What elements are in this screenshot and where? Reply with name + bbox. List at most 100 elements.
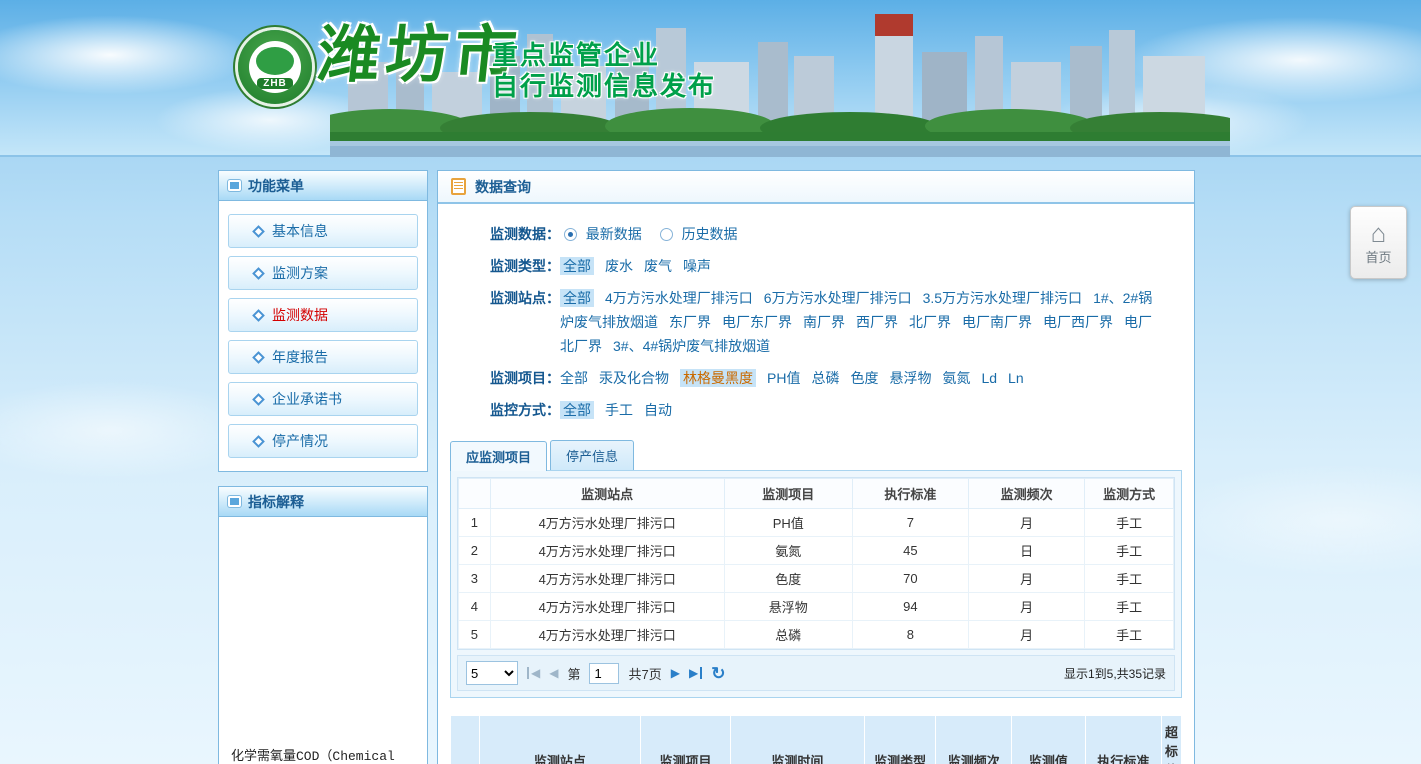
filter-option[interactable]: 电厂南厂界 (962, 314, 1032, 330)
radio-latest-data[interactable]: 最新数据 (564, 226, 646, 242)
cell: 总磷 (724, 621, 852, 649)
cell: PH值 (724, 509, 852, 537)
row-index: 1 (459, 509, 491, 537)
cell: 色度 (724, 565, 852, 593)
table-row: 34万方污水处理厂排污口色度70月手工 (459, 565, 1174, 593)
sidebar-item-monitoring-data[interactable]: 监测数据 (228, 298, 418, 332)
column-header: 超标倍数 (1161, 716, 1181, 764)
first-page-button[interactable]: ◀ (527, 667, 540, 679)
filter-label-monitor-type: 监测类型： (490, 254, 560, 278)
filter-option[interactable]: 全部 (560, 401, 594, 419)
cell: 45 (852, 537, 968, 565)
filter-option[interactable]: 自动 (644, 402, 672, 418)
indicator-body: 化学需氧量COD（Chemical (219, 517, 427, 764)
sidebar-menu: 基本信息监测方案监测数据年度报告企业承诺书停产情况 (219, 201, 427, 471)
column-header: 监测项目 (724, 479, 852, 509)
filter-option[interactable]: 电厂西厂界 (1043, 314, 1113, 330)
filter-row-monitor-station: 监测站点：全部 4万方污水处理厂排污口 6万方污水处理厂排污口 3.5万方污水处理厂排… (490, 286, 1184, 358)
row-index: 4 (459, 593, 491, 621)
filter-option[interactable]: 悬浮物 (889, 370, 931, 386)
filter-option[interactable]: 6万方污水处理厂排污口 (764, 290, 912, 306)
clipboard-icon (228, 180, 241, 191)
indicator-title: 指标解释 (248, 492, 304, 512)
prev-page-button[interactable]: ◀ (549, 667, 558, 679)
filter-option[interactable]: 林格曼黑度 (680, 369, 756, 387)
radio-latest-data-label: 最新数据 (586, 226, 642, 242)
filter-label-monitor-data: 监测数据： (490, 222, 560, 246)
sidebar-item-label: 监测数据 (272, 305, 328, 325)
filter-option[interactable]: 东厂界 (669, 314, 711, 330)
indicator-panel: 指标解释 化学需氧量COD（Chemical (218, 486, 428, 764)
sidebar-item-commitment-letter[interactable]: 企业承诺书 (228, 382, 418, 416)
banner-subtitle: 重点监管企业 自行监测信息发布 (492, 40, 716, 102)
filter-area: 监测数据： 最新数据 历史数据 监测类型：全部废水废气噪声监测站点：全部4万方污… (438, 204, 1194, 436)
main-header: 数据查询 (438, 171, 1194, 204)
page-size-select[interactable]: 5 (466, 661, 518, 685)
tab-required-items[interactable]: 应监测项目 (450, 441, 547, 471)
filter-option[interactable]: 色度 (850, 370, 878, 386)
notepad-icon (451, 178, 466, 195)
filter-option[interactable]: 氨氮 (942, 370, 970, 386)
cell: 7 (852, 509, 968, 537)
filter-option[interactable]: 全部 (560, 370, 588, 386)
filter-option[interactable]: 总磷 (811, 370, 839, 386)
page-input[interactable] (589, 663, 619, 684)
cell: 月 (969, 621, 1085, 649)
filter-option[interactable]: 汞及化合物 (599, 370, 669, 386)
last-page-button[interactable]: ▶ (689, 667, 702, 679)
filter-row-monitor-data: 监测数据： 最新数据 历史数据 (490, 222, 1184, 246)
filter-option[interactable]: 电厂东厂界 (722, 314, 792, 330)
required-items-table: 监测站点监测项目执行标准监测频次监测方式14万方污水处理厂排污口PH值7月手工2… (458, 478, 1174, 649)
home-button[interactable]: ⌂ 首页 (1350, 206, 1407, 279)
column-header: 执行标准 (1085, 716, 1161, 764)
filter-option[interactable]: 废气 (644, 258, 672, 274)
cell: 手工 (1085, 593, 1174, 621)
cell: 悬浮物 (724, 593, 852, 621)
sidebar-item-basic-info[interactable]: 基本信息 (228, 214, 418, 248)
filter-option[interactable]: 手工 (605, 402, 633, 418)
column-header: 监测站点 (479, 716, 640, 764)
filter-label-monitor-item: 监测项目： (490, 366, 560, 390)
tab-shutdown-info[interactable]: 停产信息 (550, 440, 634, 470)
filter-option[interactable]: 南厂界 (803, 314, 845, 330)
cell: 月 (969, 565, 1085, 593)
filter-rows: 监测类型：全部废水废气噪声监测站点：全部4万方污水处理厂排污口6万方污水处理厂排… (490, 254, 1184, 422)
results-section: 监测站点监测项目监测时间监测类型监测频次监测值执行标准超标倍数11#、2#锅炉废… (450, 715, 1182, 764)
filter-option[interactable]: 全部 (560, 289, 594, 307)
radio-history-data[interactable]: 历史数据 (660, 226, 738, 242)
compass-arrow-icon (252, 435, 265, 448)
filter-option[interactable]: 3.5万方污水处理厂排污口 (923, 290, 1082, 306)
radio-history-data-label: 历史数据 (682, 226, 738, 242)
sidebar-item-shutdown-status[interactable]: 停产情况 (228, 424, 418, 458)
sidebar-item-label: 停产情况 (272, 431, 328, 451)
sidebar-item-annual-report[interactable]: 年度报告 (228, 340, 418, 374)
filter-option[interactable]: PH值 (767, 370, 800, 386)
filter-option[interactable]: 废水 (605, 258, 633, 274)
filter-option[interactable]: 西厂界 (856, 314, 898, 330)
column-header: 监测值 (1011, 716, 1085, 764)
sidebar-item-label: 年度报告 (272, 347, 328, 367)
cell: 手工 (1085, 621, 1174, 649)
filter-option[interactable]: 噪声 (683, 258, 711, 274)
compass-arrow-icon (252, 351, 265, 364)
next-page-button[interactable]: ▶ (671, 667, 680, 679)
banner-subtitle-line2: 自行监测信息发布 (492, 71, 716, 102)
sidebar-item-monitoring-plan[interactable]: 监测方案 (228, 256, 418, 290)
compass-arrow-icon (252, 267, 265, 280)
radio-selected-icon (564, 228, 577, 241)
refresh-button[interactable]: ↻ (711, 665, 725, 682)
filter-option[interactable]: Ln (1008, 370, 1024, 386)
cell: 94 (852, 593, 968, 621)
filter-option[interactable]: 全部 (560, 257, 594, 275)
sidebar: 功能菜单 基本信息监测方案监测数据年度报告企业承诺书停产情况 指标解释 化学需氧… (218, 170, 428, 764)
row-index-header (459, 479, 491, 509)
filter-option[interactable]: Ld (981, 370, 997, 386)
filter-option[interactable]: 4万方污水处理厂排污口 (605, 290, 753, 306)
filter-option[interactable]: 3#、4#锅炉废气排放烟道 (613, 338, 770, 354)
filter-option[interactable]: 北厂界 (909, 314, 951, 330)
tab-bar: 应监测项目停产信息 (450, 440, 1182, 470)
page-title: 数据查询 (475, 177, 531, 197)
cell: 月 (969, 593, 1085, 621)
column-header: 监测时间 (730, 716, 864, 764)
filter-label-monitor-station: 监测站点： (490, 286, 560, 310)
